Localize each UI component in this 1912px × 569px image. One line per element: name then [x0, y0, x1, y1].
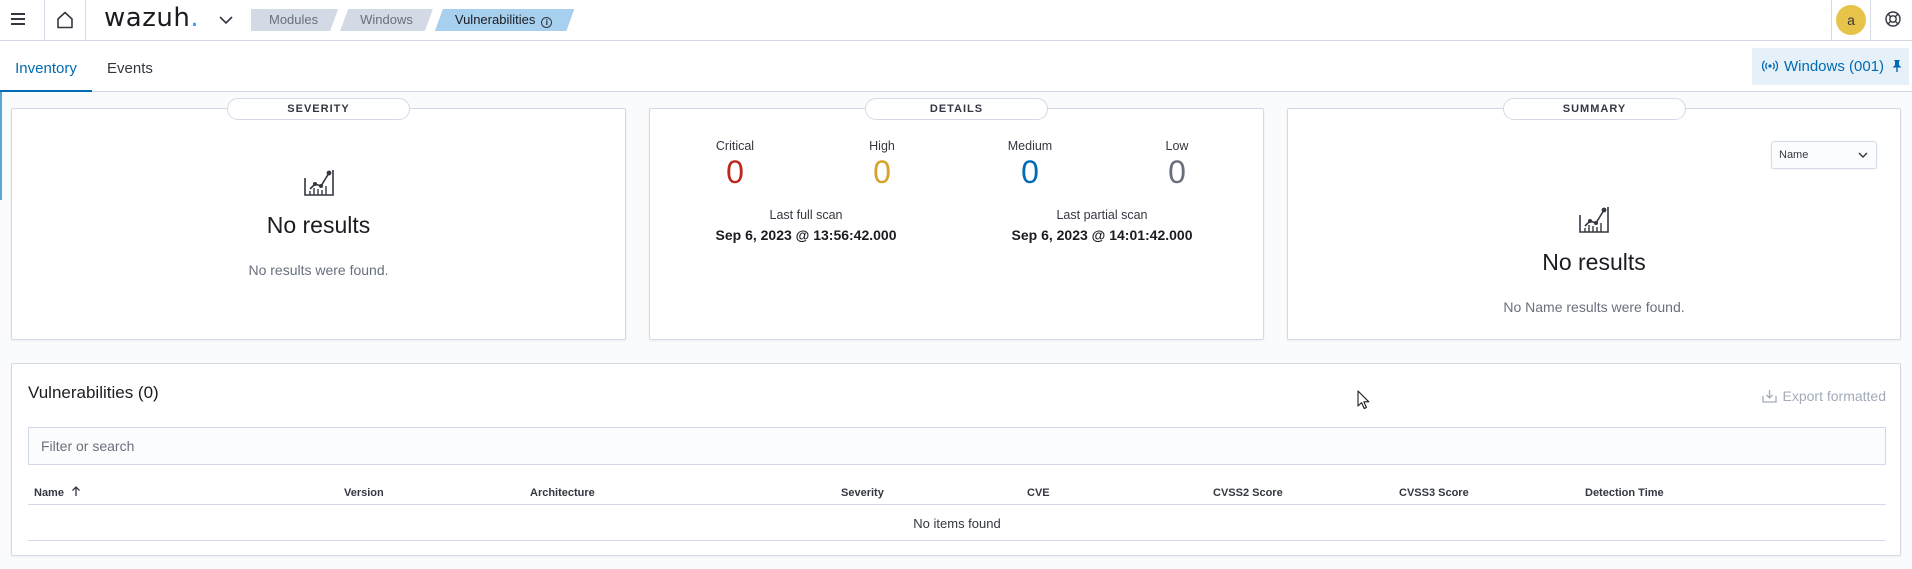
- summary-panel: SUMMARY Name No results No Name results …: [1287, 98, 1901, 340]
- medium-label: Medium: [1007, 139, 1053, 153]
- info-icon: i: [541, 17, 552, 28]
- summary-empty-state: No results No Name results were found.: [1288, 201, 1900, 315]
- left-accent-bar: [0, 92, 2, 200]
- high-label: High: [869, 139, 895, 153]
- pin-icon[interactable]: [1891, 59, 1903, 73]
- column-header-name[interactable]: Name: [34, 481, 81, 505]
- severity-empty-title: No results: [266, 212, 371, 238]
- last-full-scan: Last full scan Sep 6, 2023 @ 13:56:42.00…: [686, 208, 926, 243]
- hamburger-menu-icon[interactable]: [8, 9, 28, 29]
- avatar[interactable]: a: [1836, 5, 1866, 35]
- column-header-cve[interactable]: CVE: [1027, 481, 1050, 505]
- last-full-scan-value: Sep 6, 2023 @ 13:56:42.000: [715, 227, 897, 243]
- top-header: wazuh. Modules Windows Vulnerabilities i …: [0, 0, 1912, 41]
- vulnerabilities-title: Vulnerabilities (0): [28, 383, 159, 402]
- download-icon: [1761, 390, 1777, 403]
- last-partial-scan: Last partial scan Sep 6, 2023 @ 14:01:42…: [982, 208, 1222, 243]
- chart-icon: [1579, 207, 1609, 233]
- breadcrumb: Modules Windows Vulnerabilities i: [251, 9, 570, 31]
- breadcrumb-modules[interactable]: Modules: [251, 9, 338, 31]
- table-empty-message: No items found: [28, 506, 1886, 541]
- breadcrumb-vulnerabilities[interactable]: Vulnerabilities i: [435, 9, 574, 31]
- vulnerabilities-panel: Vulnerabilities (0) Export formatted Nam…: [11, 363, 1901, 556]
- critical-label: Critical: [715, 139, 755, 153]
- high-value: 0: [873, 154, 891, 190]
- details-panel: DETAILS Critical 0 High 0 Medium 0 Low 0…: [649, 98, 1264, 340]
- mouse-cursor-icon: [1357, 390, 1370, 410]
- chevron-down-icon[interactable]: [216, 10, 236, 30]
- help-icon[interactable]: [1884, 10, 1902, 28]
- agent-selector-label: Windows (001): [1784, 58, 1885, 75]
- severity-panel-title: SEVERITY: [227, 98, 410, 120]
- last-full-scan-label: Last full scan: [769, 208, 843, 222]
- summary-empty-text: No Name results were found.: [1503, 299, 1685, 315]
- export-formatted-button[interactable]: Export formatted: [1761, 388, 1887, 404]
- column-header-detection-time[interactable]: Detection Time: [1585, 481, 1664, 505]
- column-header-architecture[interactable]: Architecture: [530, 481, 595, 505]
- sort-ascending-icon: [72, 486, 80, 496]
- logo-dot: .: [190, 3, 200, 33]
- summary-panel-title: SUMMARY: [1503, 98, 1686, 120]
- chart-icon: [303, 170, 334, 196]
- low-label: Low: [1165, 139, 1189, 153]
- severity-panel: SEVERITY No results No results were foun…: [11, 98, 626, 340]
- severity-empty-state: No results No results were found.: [12, 164, 625, 278]
- agent-selector-button[interactable]: Windows (001): [1752, 48, 1909, 85]
- tab-inventory[interactable]: Inventory: [0, 41, 92, 92]
- low-value: 0: [1168, 154, 1186, 190]
- column-header-cvss3-score[interactable]: CVSS3 Score: [1399, 481, 1469, 505]
- chevron-down-icon: [1858, 152, 1868, 158]
- wazuh-logo[interactable]: wazuh.: [104, 3, 199, 33]
- table-header: Name Version Architecture Severity CVE C…: [28, 481, 1886, 505]
- tab-events[interactable]: Events: [107, 41, 153, 92]
- critical-value: 0: [726, 154, 744, 190]
- summary-field-select[interactable]: Name: [1771, 141, 1877, 169]
- breadcrumb-windows[interactable]: Windows: [340, 9, 433, 31]
- column-header-cvss2-score[interactable]: CVSS2 Score: [1213, 481, 1283, 505]
- column-header-name-label: Name: [34, 487, 64, 499]
- home-icon: [57, 11, 73, 29]
- medium-count: Medium 0: [980, 139, 1080, 191]
- column-header-version[interactable]: Version: [344, 481, 384, 505]
- column-header-severity[interactable]: Severity: [841, 481, 884, 505]
- severity-empty-text: No results were found.: [248, 262, 389, 278]
- export-formatted-label: Export formatted: [1782, 388, 1887, 404]
- tabs-row: Inventory Events Windows (001): [0, 41, 1912, 92]
- broadcast-icon: [1761, 60, 1779, 72]
- home-button[interactable]: [44, 0, 86, 40]
- summary-empty-title: No results: [1542, 249, 1646, 275]
- critical-count: Critical 0: [685, 139, 785, 191]
- high-count: High 0: [832, 139, 932, 191]
- last-partial-scan-value: Sep 6, 2023 @ 14:01:42.000: [1011, 227, 1193, 243]
- summary-field-select-value: Name: [1779, 149, 1809, 161]
- medium-value: 0: [1021, 154, 1039, 190]
- logo-text: wazuh: [104, 3, 191, 33]
- breadcrumb-vulnerabilities-label: Vulnerabilities: [454, 12, 536, 27]
- search-input[interactable]: [28, 427, 1886, 465]
- low-count: Low 0: [1127, 139, 1227, 191]
- last-partial-scan-label: Last partial scan: [1056, 208, 1148, 222]
- details-panel-title: DETAILS: [865, 98, 1048, 120]
- avatar-container: a: [1831, 0, 1871, 40]
